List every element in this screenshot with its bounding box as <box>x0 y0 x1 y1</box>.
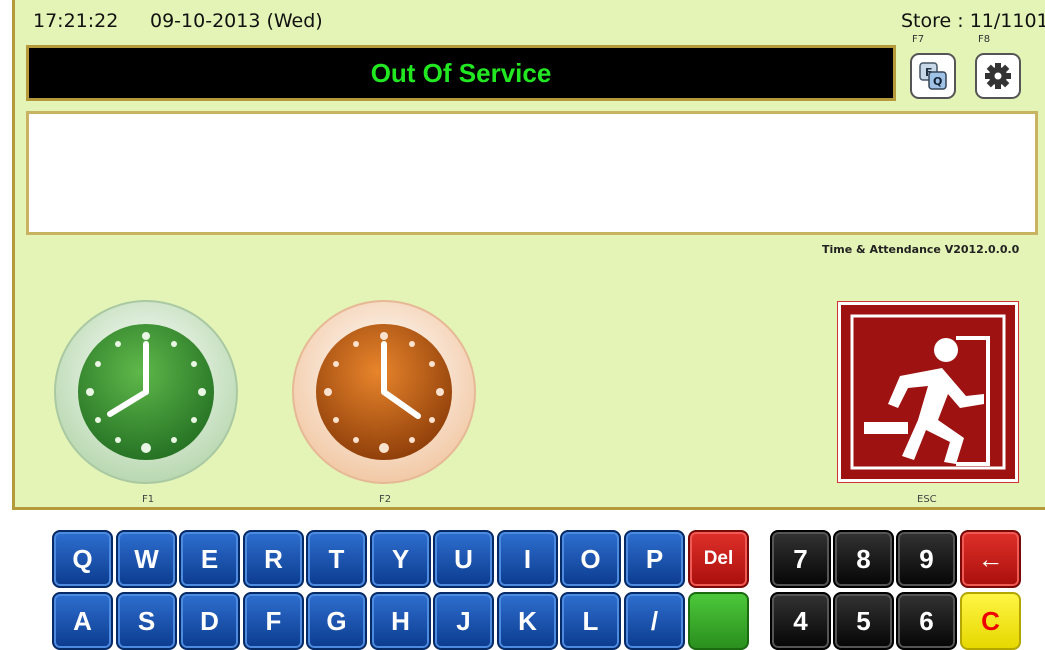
clock-out-hint: F2 <box>379 494 392 505</box>
exit-button[interactable] <box>837 301 1019 483</box>
key-9[interactable]: 9 <box>896 530 957 588</box>
version-label: Time & Attendance V2012.0.0.0 <box>822 243 1020 256</box>
key-l[interactable]: L <box>560 592 621 650</box>
key-slash[interactable]: / <box>624 592 685 650</box>
current-date: 09-10-2013 (Wed) <box>150 10 323 32</box>
key-del[interactable]: Del <box>688 530 749 588</box>
key-q[interactable]: Q <box>52 530 113 588</box>
key-i[interactable]: I <box>497 530 558 588</box>
key-clear[interactable]: C <box>960 592 1021 650</box>
exit-icon <box>841 305 1015 479</box>
settings-button[interactable] <box>975 53 1021 99</box>
key-t[interactable]: T <box>306 530 367 588</box>
app-window: 17:21:22 09-10-2013 (Wed) Store : 11/110… <box>0 0 1045 650</box>
fq-icon: F Q <box>919 62 947 90</box>
key-backspace[interactable]: ← <box>960 530 1021 588</box>
status-banner: Out Of Service <box>26 45 896 101</box>
key-h[interactable]: H <box>370 592 431 650</box>
f7-hint: F7 <box>912 34 925 45</box>
key-7[interactable]: 7 <box>770 530 831 588</box>
clock-out-button[interactable] <box>290 298 478 486</box>
key-o[interactable]: O <box>560 530 621 588</box>
key-5[interactable]: 5 <box>833 592 894 650</box>
key-w[interactable]: W <box>116 530 177 588</box>
key-f[interactable]: F <box>243 592 304 650</box>
key-6[interactable]: 6 <box>896 592 957 650</box>
key-d[interactable]: D <box>179 592 240 650</box>
key-4[interactable]: 4 <box>770 592 831 650</box>
clock-in-button[interactable] <box>52 298 240 486</box>
status-text: Out Of Service <box>370 57 552 88</box>
f8-hint: F8 <box>978 34 991 45</box>
key-u[interactable]: U <box>433 530 494 588</box>
clock-out-icon <box>292 300 476 484</box>
store-id: Store : 11/1101 <box>901 10 1045 32</box>
gear-icon <box>985 63 1011 89</box>
key-j[interactable]: J <box>433 592 494 650</box>
key-e[interactable]: E <box>179 530 240 588</box>
key-8[interactable]: 8 <box>833 530 894 588</box>
message-box <box>26 111 1038 235</box>
key-y[interactable]: Y <box>370 530 431 588</box>
key-p[interactable]: P <box>624 530 685 588</box>
exit-hint: ESC <box>917 494 937 505</box>
key-g[interactable]: G <box>306 592 367 650</box>
key-s[interactable]: S <box>116 592 177 650</box>
svg-text:Q: Q <box>933 75 942 88</box>
key-a[interactable]: A <box>52 592 113 650</box>
key-enter[interactable] <box>688 592 749 650</box>
clock-in-icon <box>54 300 238 484</box>
fq-button[interactable]: F Q <box>910 53 956 99</box>
clock-time: 17:21:22 <box>33 10 119 32</box>
clock-in-hint: F1 <box>142 494 155 505</box>
key-r[interactable]: R <box>243 530 304 588</box>
key-k[interactable]: K <box>497 592 558 650</box>
